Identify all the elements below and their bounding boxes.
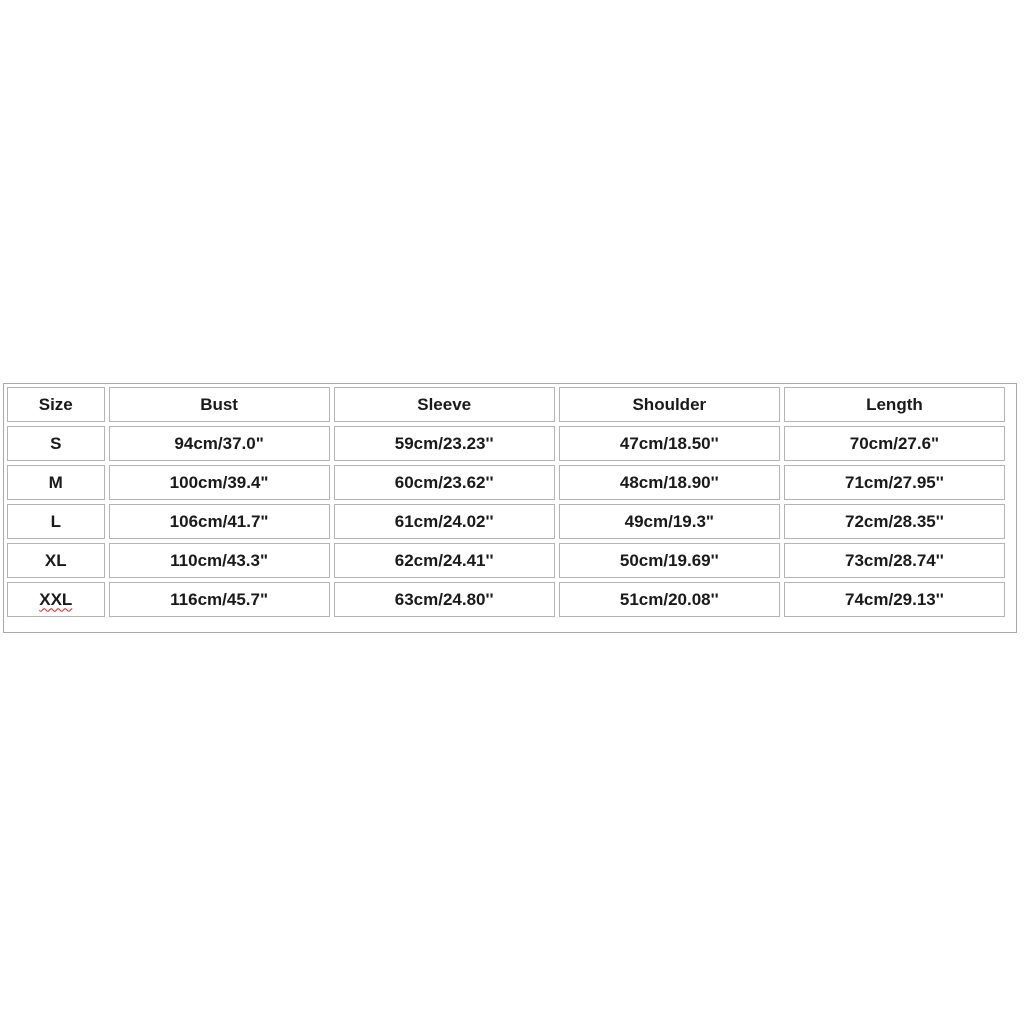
- cell-length: 71cm/27.95'': [783, 465, 1005, 500]
- cell-size: M: [7, 465, 105, 500]
- cell-shoulder: 49cm/19.3": [558, 504, 780, 539]
- header-bust: Bust: [108, 387, 330, 422]
- spellcheck-underlined-size: XXL: [39, 589, 73, 609]
- table-row: S 94cm/37.0" 59cm/23.23'' 47cm/18.50'' 7…: [7, 426, 1005, 461]
- cell-bust: 116cm/45.7": [108, 582, 330, 617]
- cell-shoulder: 47cm/18.50'': [558, 426, 780, 461]
- cell-shoulder: 50cm/19.69'': [558, 543, 780, 578]
- cell-size: S: [7, 426, 105, 461]
- cell-shoulder: 48cm/18.90'': [558, 465, 780, 500]
- cell-sleeve: 63cm/24.80'': [333, 582, 555, 617]
- header-size: Size: [7, 387, 105, 422]
- cell-bust: 100cm/39.4": [108, 465, 330, 500]
- cell-sleeve: 62cm/24.41'': [333, 543, 555, 578]
- cell-bust: 110cm/43.3": [108, 543, 330, 578]
- cell-length: 70cm/27.6": [783, 426, 1005, 461]
- table-row: L 106cm/41.7" 61cm/24.02'' 49cm/19.3" 72…: [7, 504, 1005, 539]
- size-chart-container: Size Bust Sleeve Shoulder Length S 94cm/…: [3, 383, 1017, 633]
- cell-size: L: [7, 504, 105, 539]
- header-row: Size Bust Sleeve Shoulder Length: [7, 387, 1005, 422]
- cell-shoulder: 51cm/20.08'': [558, 582, 780, 617]
- cell-bust: 106cm/41.7": [108, 504, 330, 539]
- table-row: M 100cm/39.4" 60cm/23.62'' 48cm/18.90'' …: [7, 465, 1005, 500]
- cell-bust: 94cm/37.0": [108, 426, 330, 461]
- cell-length: 74cm/29.13'': [783, 582, 1005, 617]
- cell-length: 73cm/28.74'': [783, 543, 1005, 578]
- header-shoulder: Shoulder: [558, 387, 780, 422]
- header-sleeve: Sleeve: [333, 387, 555, 422]
- cell-sleeve: 60cm/23.62'': [333, 465, 555, 500]
- cell-size: XXL: [7, 582, 105, 617]
- cell-size: XL: [7, 543, 105, 578]
- cell-sleeve: 61cm/24.02'': [333, 504, 555, 539]
- cell-sleeve: 59cm/23.23'': [333, 426, 555, 461]
- table-row: XL 110cm/43.3" 62cm/24.41'' 50cm/19.69''…: [7, 543, 1005, 578]
- cell-length: 72cm/28.35'': [783, 504, 1005, 539]
- table-row: XXL 116cm/45.7" 63cm/24.80'' 51cm/20.08'…: [7, 582, 1005, 617]
- size-chart-table: Size Bust Sleeve Shoulder Length S 94cm/…: [3, 383, 1009, 621]
- header-length: Length: [783, 387, 1005, 422]
